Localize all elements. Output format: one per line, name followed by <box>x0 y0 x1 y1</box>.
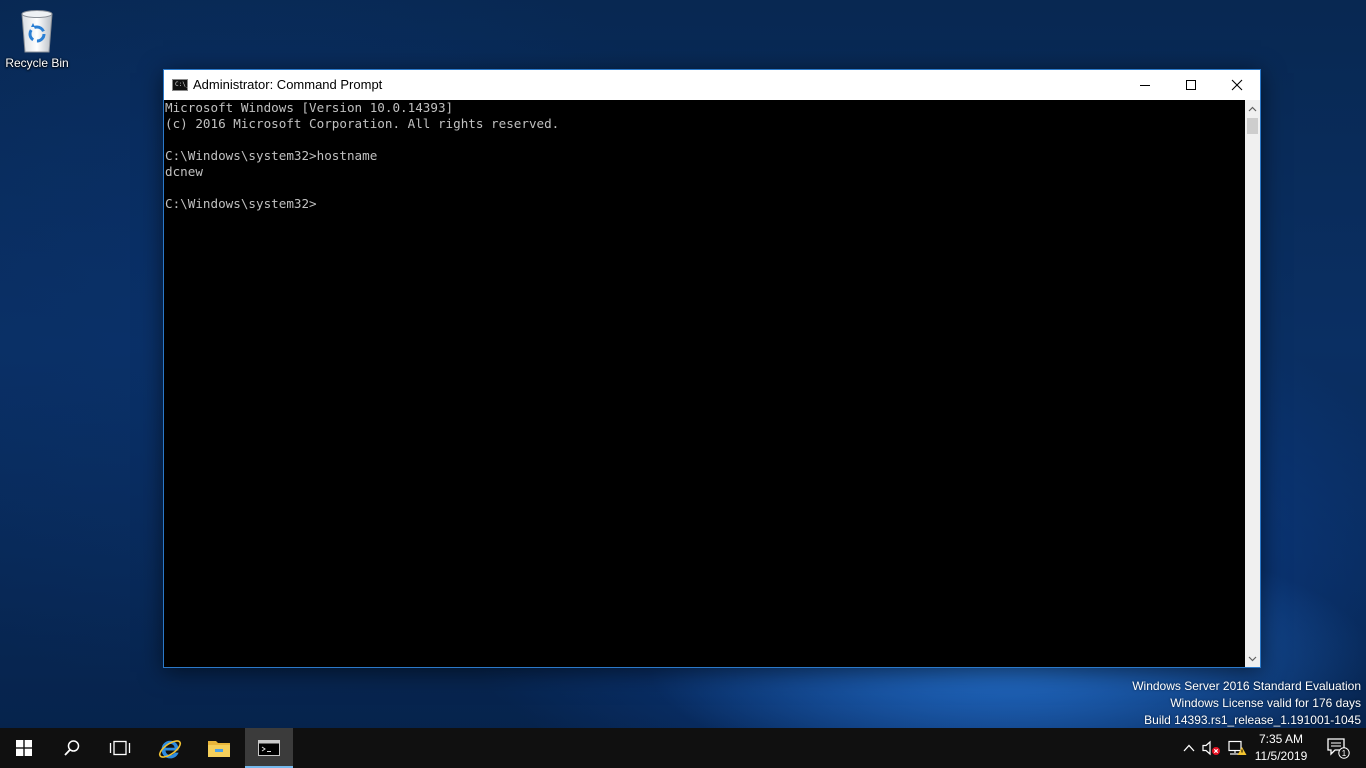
maximize-button[interactable] <box>1168 70 1214 100</box>
network-button[interactable] <box>1225 728 1249 768</box>
window-title: Administrator: Command Prompt <box>193 77 383 92</box>
volume-button[interactable] <box>1200 728 1224 768</box>
notifications-icon: 1 <box>1327 738 1350 759</box>
internet-explorer-icon <box>158 740 182 759</box>
chevron-up-icon <box>1183 744 1195 752</box>
console-line: dcnew <box>165 164 203 179</box>
vertical-scrollbar[interactable] <box>1245 100 1260 667</box>
clock-time: 7:35 AM <box>1258 732 1304 746</box>
cmd-icon <box>258 740 280 756</box>
internet-explorer-button[interactable] <box>146 728 194 768</box>
action-center-button[interactable]: 1 <box>1318 728 1358 768</box>
recycle-bin[interactable]: Recycle Bin <box>2 6 72 78</box>
desktop: Recycle Bin C:\_ Administrator: Command … <box>0 0 1366 768</box>
maximize-icon <box>1186 80 1196 90</box>
console-line: (c) 2016 Microsoft Corporation. All righ… <box>165 116 560 131</box>
watermark-license: Windows License valid for 176 days <box>1170 696 1361 710</box>
console-line: C:\Windows\system32>hostname <box>165 148 378 163</box>
file-explorer-button[interactable] <box>195 728 243 768</box>
show-hidden-icons-button[interactable] <box>1177 728 1201 768</box>
license-watermark: Windows Server 2016 Standard Evaluation … <box>1132 678 1361 729</box>
scroll-down-button[interactable] <box>1245 650 1260 667</box>
recycle-bin-label: Recycle Bin <box>5 56 69 70</box>
console-output[interactable]: Microsoft Windows [Version 10.0.14393] (… <box>164 100 1245 667</box>
clock-date: 11/5/2019 <box>1254 749 1308 763</box>
chevron-up-icon <box>1248 106 1257 111</box>
minimize-button[interactable] <box>1122 70 1168 100</box>
recycle-bin-icon <box>21 10 53 53</box>
cmd-icon: C:\_ <box>172 79 190 91</box>
scroll-thumb[interactable] <box>1247 118 1258 134</box>
close-icon <box>1231 79 1243 91</box>
task-view-button[interactable] <box>96 728 144 768</box>
minimize-icon <box>1140 85 1150 86</box>
volume-muted-icon <box>1202 740 1220 756</box>
watermark-edition: Windows Server 2016 Standard Evaluation <box>1132 679 1361 693</box>
cmd-icon-glyph: C:\_ <box>175 81 190 88</box>
command-prompt-window[interactable]: C:\_ Administrator: Command Prompt Micro… <box>163 69 1261 668</box>
file-explorer-icon <box>208 741 230 757</box>
notification-count: 1 <box>1342 749 1347 758</box>
console-line: Microsoft Windows [Version 10.0.14393] <box>165 100 454 115</box>
close-button[interactable] <box>1214 70 1260 100</box>
scroll-up-button[interactable] <box>1245 100 1260 117</box>
title-bar[interactable]: C:\_ Administrator: Command Prompt <box>164 70 1260 100</box>
command-prompt-taskbar-button[interactable] <box>245 728 293 768</box>
chevron-down-icon <box>1248 656 1257 661</box>
console-prompt-line[interactable]: C:\Windows\system32> <box>165 196 1245 212</box>
taskbar: 7:35 AM 11/5/2019 1 <box>0 728 1366 768</box>
search-button[interactable] <box>48 728 96 768</box>
search-icon <box>64 740 80 756</box>
network-warning-icon <box>1228 740 1247 755</box>
watermark-build: Build 14393.rs1_release_1.191001-1045 <box>1144 713 1361 727</box>
clock[interactable]: 7:35 AM 11/5/2019 <box>1249 728 1313 768</box>
start-button[interactable] <box>0 728 48 768</box>
windows-start-icon <box>16 740 32 756</box>
task-view-icon <box>109 740 131 756</box>
